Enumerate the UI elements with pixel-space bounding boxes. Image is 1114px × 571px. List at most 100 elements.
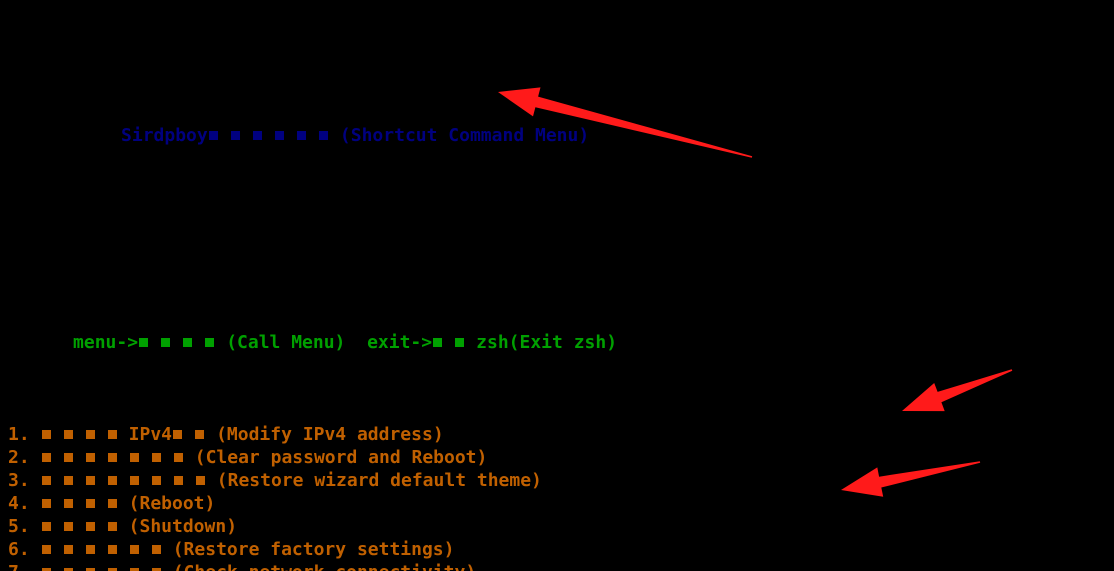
tofu-box [63,446,74,469]
tofu-box [63,515,74,538]
menu-title-tofu [208,125,340,146]
menu-item-label: (Clear password and Reboot) [194,447,488,468]
tofu-box [63,469,74,492]
menu-item-4[interactable]: 4. (Reboot) [0,492,1114,515]
menu-item-number: 5. [8,516,30,537]
tofu-box [107,515,118,538]
menu-item-tofu-b [172,424,216,445]
call-menu-part1: menu-> [73,332,139,353]
terminal-window: Sirdpboy (Shortcut Command Menu) menu-> … [0,0,1114,571]
tofu-box [151,561,162,571]
tofu-box [41,561,52,571]
tofu-box [129,561,140,571]
tofu-box [107,469,118,492]
tofu-box [63,561,74,571]
tofu-box [172,423,183,446]
menu-item-number: 6. [8,539,30,560]
menu-item-gap [30,424,41,445]
call-menu-line: menu-> (Call Menu) exit-> zsh(Exit zsh) [0,308,1114,353]
tofu-box [252,124,263,147]
menu-item-label: (Check network connectivity) [173,562,476,571]
menu-item-tofu-a [41,562,173,571]
tofu-box [41,423,52,446]
tofu-box [173,446,184,469]
tofu-box [432,331,443,354]
menu-item-6[interactable]: 6. (Restore factory settings) [0,538,1114,561]
tofu-box [63,492,74,515]
menu-item-gap [30,470,41,491]
menu-title-prefix: Sirdpboy [121,125,208,146]
menu-item-tofu-a [41,516,129,537]
tofu-box [160,331,171,354]
menu-item-number: 3. [8,470,30,491]
menu-item-label: (Restore wizard default theme) [216,470,542,491]
tofu-box [85,469,96,492]
tofu-box [195,469,206,492]
tofu-box [274,124,285,147]
tofu-box [129,446,140,469]
tofu-box [107,561,118,571]
tofu-box [85,492,96,515]
tofu-box [129,469,140,492]
menu-item-number: 1. [8,424,30,445]
menu-item-2[interactable]: 2. (Clear password and Reboot) [0,446,1114,469]
tofu-box [63,538,74,561]
menu-item-tofu-a [41,470,217,491]
menu-item-3[interactable]: 3. (Restore wizard default theme) [0,469,1114,492]
menu-item-5[interactable]: 5. (Shutdown) [0,515,1114,538]
menu-item-gap [30,562,41,571]
menu-item-1[interactable]: 1. IPv4 (Modify IPv4 address) [0,423,1114,446]
menu-item-number: 7. [8,562,30,571]
tofu-box [41,515,52,538]
tofu-box [85,446,96,469]
tofu-box [129,538,140,561]
tofu-box [85,538,96,561]
menu-item-label: (Modify IPv4 address) [216,424,444,445]
call-menu-part2: (Call Menu) exit-> [226,332,433,353]
tofu-box [151,538,162,561]
tofu-box [173,469,184,492]
menu-item-tofu-a [41,493,129,514]
menu-item-label: (Restore factory settings) [172,539,455,560]
tofu-box [138,331,149,354]
tofu-box [208,124,219,147]
menu-item-tofu-a [41,447,195,468]
tofu-box [194,423,205,446]
tofu-box [107,423,118,446]
terminal-screen: Sirdpboy (Shortcut Command Menu) menu-> … [0,9,1114,571]
tofu-box [63,423,74,446]
menu-item-label: (Reboot) [128,493,216,514]
tofu-box [182,331,193,354]
tofu-box [151,469,162,492]
tofu-box [41,469,52,492]
tofu-box [41,446,52,469]
tofu-box [204,331,215,354]
tofu-box [107,538,118,561]
menu-item-gap [30,447,41,468]
menu-item-tofu-a [41,424,129,445]
call-menu-part3: zsh(Exit zsh) [476,332,618,353]
call-menu-tofu1 [138,332,226,353]
tofu-box [85,515,96,538]
tofu-box [85,561,96,571]
menu-item-gap [30,516,41,537]
menu-item-number: 4. [8,493,30,514]
menu-item-number: 2. [8,447,30,468]
tofu-box [454,331,465,354]
menu-item-gap [30,493,41,514]
tofu-box [41,538,52,561]
menu-title-suffix: (Shortcut Command Menu) [339,125,590,146]
menu-item-tofu-a [41,539,173,560]
tofu-box [230,124,241,147]
menu-item-gap [30,539,41,560]
menu-item-list: 1. IPv4 (Modify IPv4 address) 2. (Clear p… [0,423,1114,571]
menu-title-line: Sirdpboy (Shortcut Command Menu) [0,101,1114,146]
menu-item-label: (Shutdown) [128,516,238,537]
menu-item-7[interactable]: 7. (Check network connectivity) [0,561,1114,571]
tofu-box [85,423,96,446]
call-menu-tofu2 [432,332,476,353]
tofu-box [151,446,162,469]
tofu-box [41,492,52,515]
tofu-box [296,124,307,147]
